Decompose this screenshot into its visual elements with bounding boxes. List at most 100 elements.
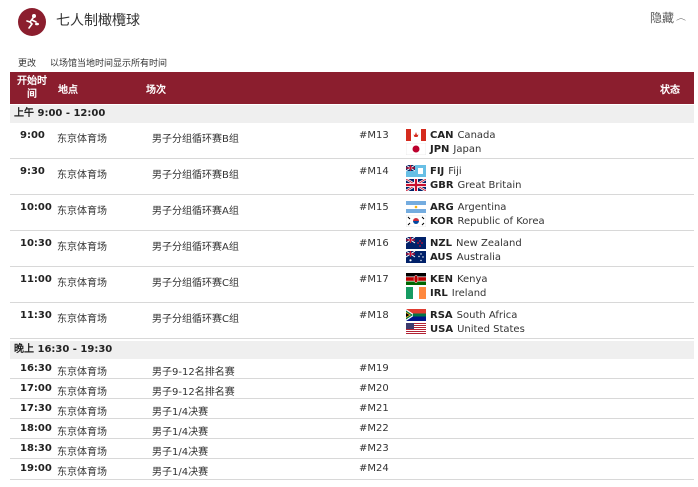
match-event: 男子9-12名排名赛	[152, 367, 235, 378]
team-entry: KEN Kenya	[406, 272, 488, 286]
team-code: KOR	[430, 215, 454, 227]
korea-flag-icon	[406, 215, 426, 227]
match-code: #M19	[359, 363, 389, 374]
team-name: Fiji	[448, 165, 462, 177]
table-row[interactable]: 11:00 东京体育场 男子分组循环赛C组 #M17 KEN Kenya IRL…	[10, 267, 694, 303]
match-event: 男子分组循环赛B组	[152, 134, 239, 145]
period-morning: 上午 9:00 - 12:00	[10, 105, 694, 123]
match-event: 男子9-12名排名赛	[152, 387, 235, 398]
south-africa-flag-icon	[406, 309, 426, 321]
table-row[interactable]: 18:00 东京体育场 男子1/4决赛 #M22	[10, 419, 694, 439]
match-event: 男子分组循环赛B组	[152, 170, 239, 181]
table-row[interactable]: 19:00 东京体育场 男子1/4决赛 #M24	[10, 459, 694, 480]
match-time: 10:00	[20, 202, 52, 213]
team-code: RSA	[430, 309, 453, 321]
team-entry: CAN Canada	[406, 128, 496, 142]
team-code: USA	[430, 323, 454, 335]
match-venue: 东京体育场	[57, 242, 107, 253]
great-britain-flag-icon	[406, 179, 426, 191]
match-code: #M13	[359, 130, 389, 141]
match-code: #M17	[359, 274, 389, 285]
match-time: 19:00	[20, 463, 52, 474]
table-row[interactable]: 17:00 东京体育场 男子9-12名排名赛 #M20	[10, 379, 694, 399]
team-entry: FIJ Fiji	[406, 164, 462, 178]
team-entry: AUS Australia	[406, 250, 501, 264]
table-row[interactable]: 11:30 东京体育场 男子分组循环赛C组 #M18 RSA South Afr…	[10, 303, 694, 339]
team-entry: IRL Ireland	[406, 286, 486, 300]
match-time: 17:00	[20, 383, 52, 394]
team-name: Japan	[453, 143, 482, 155]
match-venue: 东京体育场	[57, 134, 107, 145]
team-code: KEN	[430, 273, 453, 285]
match-event: 男子分组循环赛A组	[152, 206, 239, 217]
column-header-time: 开始时间	[17, 76, 47, 100]
match-event: 男子1/4决赛	[152, 407, 209, 418]
table-row[interactable]: 10:30 东京体育场 男子分组循环赛A组 #M16 NZL New Zeala…	[10, 231, 694, 267]
period-evening: 晚上 16:30 - 19:30	[10, 341, 694, 359]
match-event: 男子1/4决赛	[152, 427, 209, 438]
team-name: Republic of Korea	[457, 215, 545, 227]
team-entry: RSA South Africa	[406, 308, 517, 322]
match-time: 9:30	[20, 166, 45, 177]
match-code: #M18	[359, 310, 389, 321]
team-name: New Zealand	[456, 237, 522, 249]
timezone-change-link[interactable]: 更改	[18, 56, 36, 69]
team-name: South Africa	[456, 309, 518, 321]
match-code: #M21	[359, 403, 389, 414]
team-entry: KOR Republic of Korea	[406, 214, 545, 228]
match-time: 18:30	[20, 443, 52, 454]
match-venue: 东京体育场	[57, 278, 107, 289]
team-name: Kenya	[456, 273, 488, 285]
match-venue: 东京体育场	[57, 314, 107, 325]
match-time: 17:30	[20, 403, 52, 414]
table-row[interactable]: 16:30 东京体育场 男子9-12名排名赛 #M19	[10, 359, 694, 379]
match-venue: 东京体育场	[57, 447, 107, 458]
team-name: Argentina	[457, 201, 507, 213]
fiji-flag-icon	[406, 165, 426, 177]
match-time: 11:00	[20, 274, 52, 285]
match-code: #M15	[359, 202, 389, 213]
team-name: United States	[457, 323, 525, 335]
team-code: JPN	[430, 143, 450, 155]
united-states-flag-icon	[406, 323, 426, 335]
match-event: 男子1/4决赛	[152, 447, 209, 458]
team-code: GBR	[430, 179, 454, 191]
sport-header: 七人制橄欖球 隐藏 ︿	[0, 0, 698, 48]
timezone-bar: 更改 以场馆当地时间显示所有时间	[0, 54, 698, 69]
match-code: #M23	[359, 443, 389, 454]
match-time: 11:30	[20, 310, 52, 321]
match-event: 男子分组循环赛C组	[152, 314, 239, 325]
match-event: 男子1/4决赛	[152, 467, 209, 478]
match-time: 9:00	[20, 130, 45, 141]
match-code: #M20	[359, 383, 389, 394]
team-code: AUS	[430, 251, 453, 263]
australia-flag-icon	[406, 251, 426, 263]
ireland-flag-icon	[406, 287, 426, 299]
team-entry: JPN Japan	[406, 142, 481, 156]
team-entry: GBR Great Britain	[406, 178, 521, 192]
match-time: 10:30	[20, 238, 52, 249]
column-header-status: 状态	[660, 85, 680, 96]
schedule-table-header: 开始时间 地点 场次 状态	[10, 72, 694, 104]
team-code: IRL	[430, 287, 448, 299]
team-name: Great Britain	[457, 179, 522, 191]
table-row[interactable]: 18:30 东京体育场 男子1/4决赛 #M23	[10, 439, 694, 459]
team-entry: NZL New Zealand	[406, 236, 522, 250]
column-header-venue: 地点	[58, 85, 78, 96]
timezone-info: 以场馆当地时间显示所有时间	[50, 59, 168, 69]
team-name: Australia	[456, 251, 501, 263]
table-row[interactable]: 9:30 东京体育场 男子分组循环赛B组 #M14 FIJ Fiji GBR G…	[10, 159, 694, 195]
table-row[interactable]: 17:30 东京体育场 男子1/4决赛 #M21	[10, 399, 694, 419]
match-venue: 东京体育场	[57, 170, 107, 181]
match-event: 男子分组循环赛A组	[152, 242, 239, 253]
hide-toggle-button[interactable]: 隐藏 ︿	[650, 10, 686, 26]
table-row[interactable]: 9:00 东京体育场 男子分组循环赛B组 #M13 CAN Canada JPN…	[10, 123, 694, 159]
japan-flag-icon	[406, 143, 426, 155]
rugby-player-icon	[18, 8, 46, 36]
match-time: 16:30	[20, 363, 52, 374]
argentina-flag-icon	[406, 201, 426, 213]
team-code: FIJ	[430, 165, 445, 177]
new-zealand-flag-icon	[406, 237, 426, 249]
table-row[interactable]: 10:00 东京体育场 男子分组循环赛A组 #M15 ARG Argentina…	[10, 195, 694, 231]
column-header-event: 场次	[146, 85, 166, 96]
